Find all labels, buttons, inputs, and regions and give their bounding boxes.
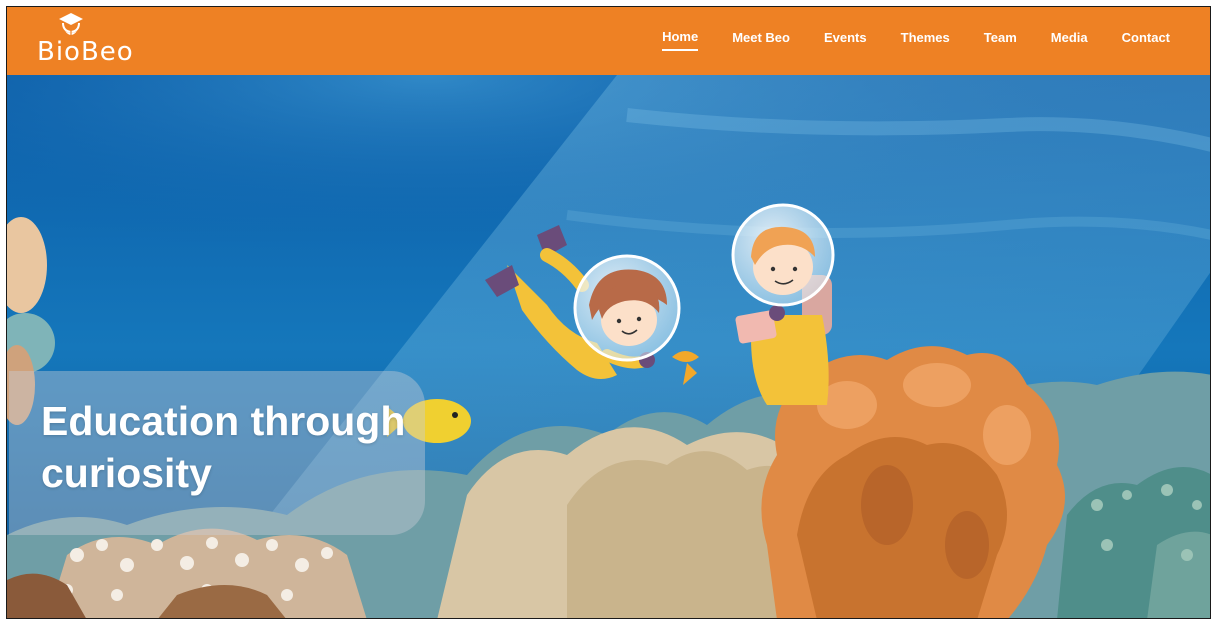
nav-team[interactable]: Team [984,28,1017,50]
nav-home[interactable]: Home [662,27,699,51]
underwater-scene-illustration [7,75,1210,618]
nav-events[interactable]: Events [824,28,867,50]
nav-themes[interactable]: Themes [901,28,950,50]
hero-tagline: Education through curiosity [41,398,406,496]
site-logo-text: BioBeo [37,37,134,67]
nav-contact[interactable]: Contact [1122,28,1170,50]
hero-banner: Education through curiosity [7,75,1210,618]
hero-tagline-panel: Education through curiosity [9,371,425,535]
nav-meet-beo[interactable]: Meet Beo [732,28,790,50]
page-frame: BioBeo Home Meet Beo Events Themes Team … [6,6,1211,619]
site-logo[interactable]: BioBeo [37,11,167,71]
nav-media[interactable]: Media [1051,28,1088,50]
main-navigation: Home Meet Beo Events Themes Team Media C… [628,27,1170,51]
site-header: BioBeo Home Meet Beo Events Themes Team … [7,7,1210,75]
